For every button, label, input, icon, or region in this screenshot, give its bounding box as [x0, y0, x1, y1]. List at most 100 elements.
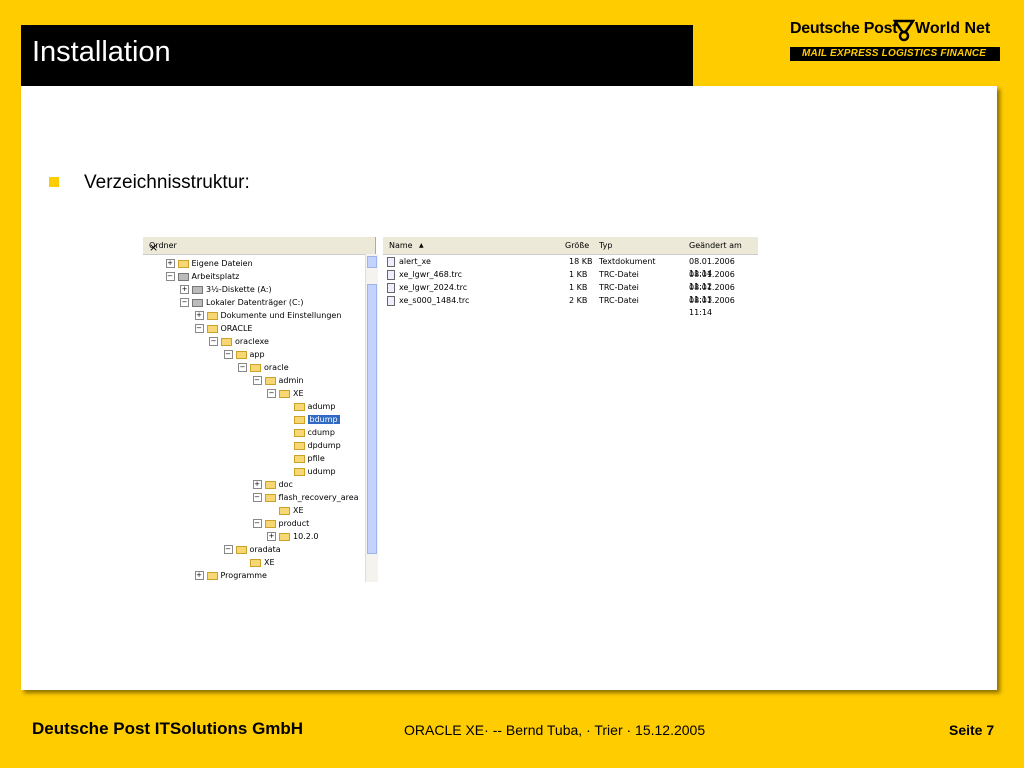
- tree-node-label: Eigene Dateien: [191, 259, 253, 268]
- column-header-name[interactable]: Name: [389, 241, 413, 250]
- tree-node[interactable]: bdump: [282, 414, 340, 426]
- file-type: TRC-Datei: [599, 270, 639, 279]
- close-icon[interactable]: ×: [149, 241, 158, 254]
- tree-node-label: admin: [278, 376, 304, 385]
- tree-node[interactable]: udump: [282, 466, 336, 478]
- tree-node[interactable]: − XE: [267, 388, 304, 400]
- tree-node[interactable]: adump: [282, 401, 336, 413]
- footer-company: Deutsche Post ITSolutions GmbH: [32, 719, 304, 738]
- footer-center: ORACLE XE· -- Bernd Tuba, · Trier · 15.1…: [404, 722, 706, 738]
- file-row[interactable]: xe_lgwr_2024.trc 1 KB TRC-Datei 08.01.2006 …: [383, 282, 758, 304]
- expand-icon[interactable]: +: [252, 480, 262, 489]
- scroll-up-button[interactable]: [367, 256, 377, 268]
- tree-node-label: pfile: [307, 454, 325, 463]
- file-row[interactable]: xe_lgwr_468.trc 1 KB TRC-Datei 08.01.2006 1…: [383, 269, 758, 291]
- tree-node[interactable]: XE: [238, 557, 275, 569]
- tree-node[interactable]: + doc: [252, 479, 293, 491]
- drive-icon: [192, 298, 203, 307]
- tree-node[interactable]: − app: [223, 349, 265, 361]
- expand-icon[interactable]: +: [267, 532, 276, 541]
- collapse-icon[interactable]: −: [223, 350, 233, 359]
- column-header-type[interactable]: Typ: [599, 241, 612, 250]
- deutsche-post-logo: Deutsche Post World Net MAIL EXPRESS LOG…: [790, 18, 1005, 68]
- collapse-icon[interactable]: −: [165, 272, 175, 281]
- folder-icon: [293, 415, 305, 424]
- tree-node[interactable]: − admin: [252, 375, 304, 387]
- folder-icon: [293, 441, 305, 450]
- expand-icon[interactable]: +: [194, 311, 204, 320]
- collapse-icon[interactable]: −: [238, 363, 247, 372]
- folder-icon: [264, 376, 276, 385]
- tree-node-label: cdump: [307, 428, 335, 437]
- collapse-icon[interactable]: −: [209, 337, 218, 346]
- file-size: 18 KB: [569, 257, 593, 266]
- folder-icon: [206, 324, 218, 333]
- folder-icon: [279, 532, 290, 541]
- collapse-icon[interactable]: −: [223, 545, 233, 554]
- document-icon: [387, 283, 395, 293]
- tree-node[interactable]: cdump: [282, 427, 335, 439]
- file-list-header: Name ▲ Größe Typ Geändert am: [383, 237, 758, 255]
- file-type: Textdokument: [599, 257, 656, 266]
- tree-node[interactable]: + Eigene Dateien: [165, 258, 253, 270]
- folder-icon: [235, 350, 247, 359]
- scroll-thumb[interactable]: [367, 284, 377, 554]
- file-name: xe_lgwr_2024.trc: [399, 283, 468, 292]
- folder-icon: [235, 545, 247, 554]
- bullet-square-icon: [49, 177, 59, 187]
- column-header-size[interactable]: Größe: [565, 241, 589, 250]
- tree-node[interactable]: + Programme: [194, 570, 267, 582]
- computer-icon: [177, 272, 189, 281]
- tree-node[interactable]: XE: [267, 505, 304, 517]
- folder-icon: [293, 454, 305, 463]
- tree-node-label: product: [278, 519, 310, 528]
- tree-scrollbar[interactable]: [365, 254, 378, 582]
- document-icon: [387, 296, 395, 306]
- footer-page-number: Seite 7: [949, 722, 995, 738]
- collapse-icon[interactable]: −: [252, 519, 262, 528]
- collapse-icon[interactable]: −: [194, 324, 204, 333]
- tree-node[interactable]: +10.2.0: [267, 531, 318, 543]
- tree-node-label: flash_recovery_area: [278, 493, 359, 502]
- collapse-icon[interactable]: −: [180, 298, 189, 307]
- document-icon: [387, 270, 395, 280]
- tree-node[interactable]: + Dokumente und Einstellungen: [194, 310, 341, 322]
- file-row[interactable]: alert_xe 18 KB Textdokument 08.01.2006 11:1…: [383, 256, 758, 278]
- tree-node[interactable]: pfile: [282, 453, 325, 465]
- folder-icon: [250, 558, 261, 567]
- tree-node[interactable]: − flash_recovery_area: [252, 492, 359, 504]
- tree-node[interactable]: − ORACLE: [194, 323, 252, 335]
- file-size: 1 KB: [569, 270, 588, 279]
- tree-node[interactable]: − product: [252, 518, 310, 530]
- drive-icon: [192, 285, 203, 294]
- tree-node[interactable]: +3½-Diskette (A:): [180, 284, 272, 296]
- folder-icon: [293, 467, 305, 476]
- expand-icon[interactable]: +: [194, 571, 204, 580]
- tree-node[interactable]: − oradata: [223, 544, 281, 556]
- tree-node[interactable]: − Lokaler Datenträger (C:): [180, 297, 303, 309]
- tree-node-label: 10.2.0: [293, 532, 319, 541]
- tree-node[interactable]: − oracle: [238, 362, 289, 374]
- logo-tagline: MAIL EXPRESS LOGISTICS FINANCE: [802, 48, 987, 59]
- folder-icon: [206, 311, 218, 320]
- file-modified: 08.01.2006 11:14: [689, 296, 735, 317]
- tree-node[interactable]: − Arbeitsplatz: [165, 271, 239, 283]
- column-header-modified[interactable]: Geändert am: [689, 241, 742, 250]
- folder-icon: [293, 402, 305, 411]
- sort-arrow-icon: ▲: [419, 242, 424, 249]
- expand-icon[interactable]: +: [180, 285, 189, 294]
- tree-node-label: Programme: [220, 571, 267, 580]
- collapse-icon[interactable]: −: [267, 389, 276, 398]
- collapse-icon[interactable]: −: [252, 376, 262, 385]
- tree-node-label: oracle: [264, 363, 289, 372]
- file-row[interactable]: xe_s000_1484.trc 2 KB TRC-Datei 08.01.2006 …: [383, 295, 758, 317]
- slide-footer: Deutsche Post ITSolutions GmbH ORACLE XE…: [0, 716, 1024, 746]
- tree-node[interactable]: − oraclexe: [209, 336, 269, 348]
- file-list-pane: Name ▲ Größe Typ Geändert am alert_xe 18 …: [383, 237, 758, 582]
- tree-node[interactable]: dpdump: [282, 440, 341, 452]
- bullet-text: Verzeichnisstruktur:: [84, 172, 250, 193]
- folder-icon: [264, 480, 276, 489]
- collapse-icon[interactable]: −: [252, 493, 262, 502]
- expand-icon[interactable]: +: [165, 259, 175, 268]
- tree-node-label: adump: [307, 402, 336, 411]
